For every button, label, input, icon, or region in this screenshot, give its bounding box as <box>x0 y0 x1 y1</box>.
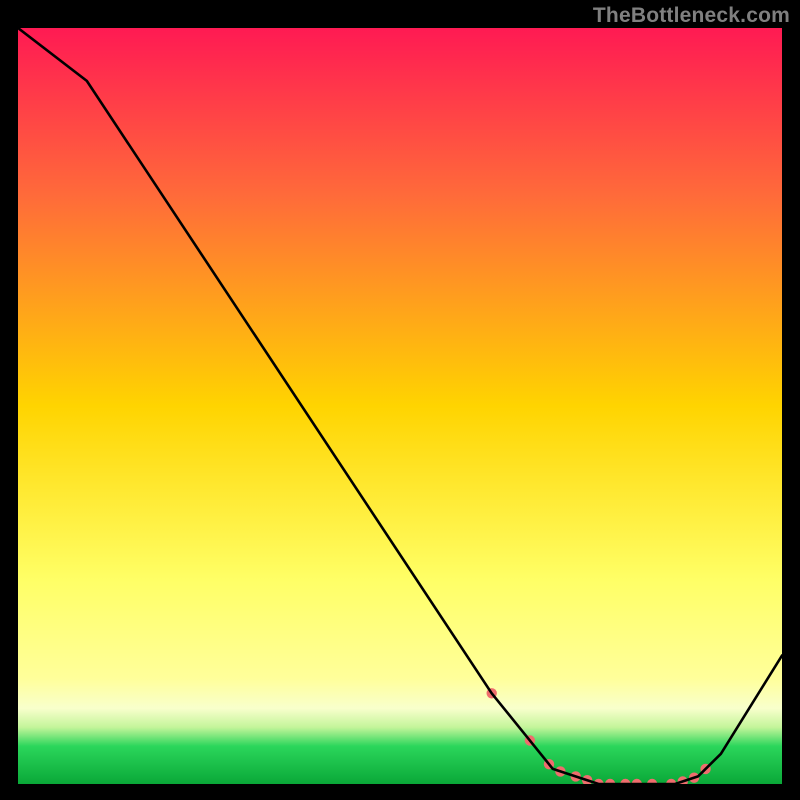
chart-frame: TheBottleneck.com <box>0 0 800 800</box>
watermark-text: TheBottleneck.com <box>593 4 790 28</box>
gradient-background <box>18 28 782 784</box>
bottleneck-plot <box>18 28 782 784</box>
plot-svg <box>18 28 782 784</box>
